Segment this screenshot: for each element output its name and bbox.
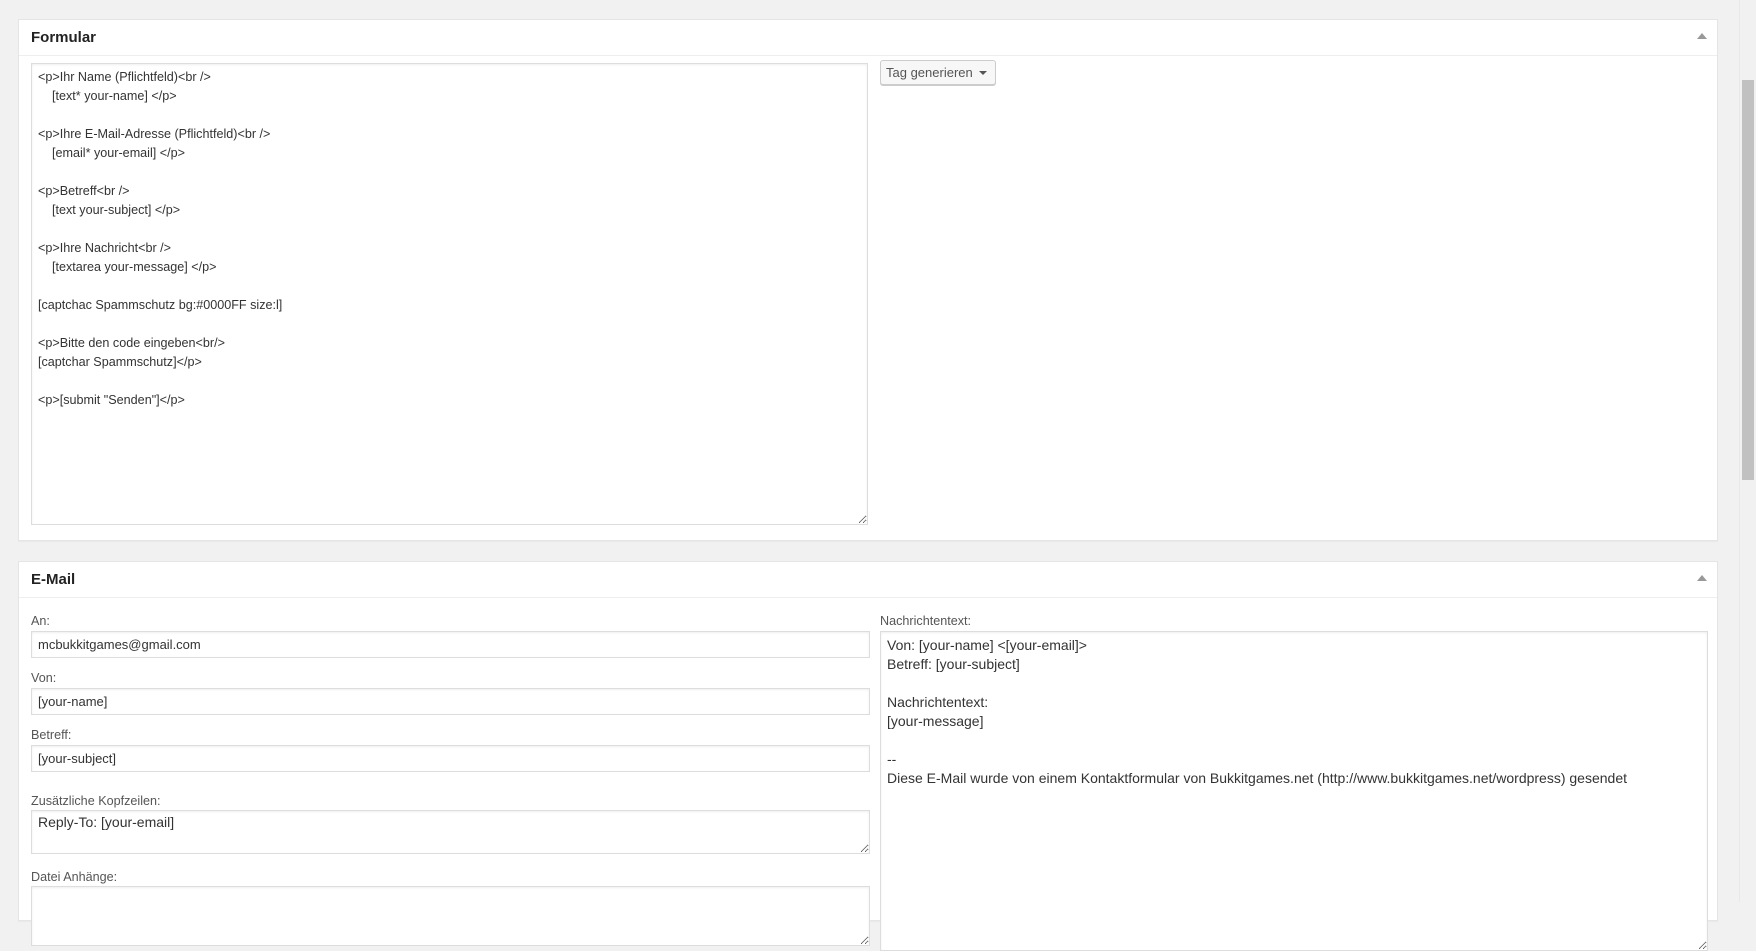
form-box-header[interactable]: Formular: [19, 20, 1717, 56]
to-label: An:: [31, 614, 50, 628]
to-field[interactable]: [31, 631, 870, 658]
message-body-field[interactable]: Von: [your-name] <[your-email]> Betreff:…: [880, 631, 1708, 951]
collapse-toggle-icon[interactable]: [1697, 575, 1707, 581]
attachments-field[interactable]: [31, 886, 870, 946]
attachments-label: Datei Anhänge:: [31, 870, 118, 884]
tag-generator-button[interactable]: Tag generieren: [880, 60, 996, 85]
scrollbar-thumb[interactable]: [1742, 80, 1754, 480]
additional-headers-label: Zusätzliche Kopfzeilen:: [31, 794, 161, 808]
subject-label: Betreff:: [31, 728, 72, 742]
mail-postbox: E-Mail An: Von: Betreff: Zusätzliche Kop…: [18, 561, 1718, 951]
form-code-editor[interactable]: <p>Ihr Name (Pflichtfeld)<br /> [text* y…: [31, 63, 868, 525]
message-body-label: Nachrichtentext:: [880, 614, 971, 628]
mail-box-header[interactable]: E-Mail: [19, 562, 1717, 598]
page-scrollbar[interactable]: [1739, 0, 1756, 902]
from-label: Von:: [31, 671, 57, 685]
additional-headers-field[interactable]: Reply-To: [your-email]: [31, 810, 870, 854]
subject-field[interactable]: [31, 745, 870, 772]
collapse-toggle-icon[interactable]: [1697, 33, 1707, 39]
form-box-title: Formular: [31, 29, 97, 46]
form-postbox: Formular <p>Ihr Name (Pflichtfeld)<br />…: [18, 19, 1718, 541]
mail-box-title: E-Mail: [31, 571, 76, 588]
tag-generator-label: Tag generieren: [886, 65, 973, 80]
from-field[interactable]: [31, 688, 870, 715]
chevron-down-icon: [978, 71, 987, 75]
